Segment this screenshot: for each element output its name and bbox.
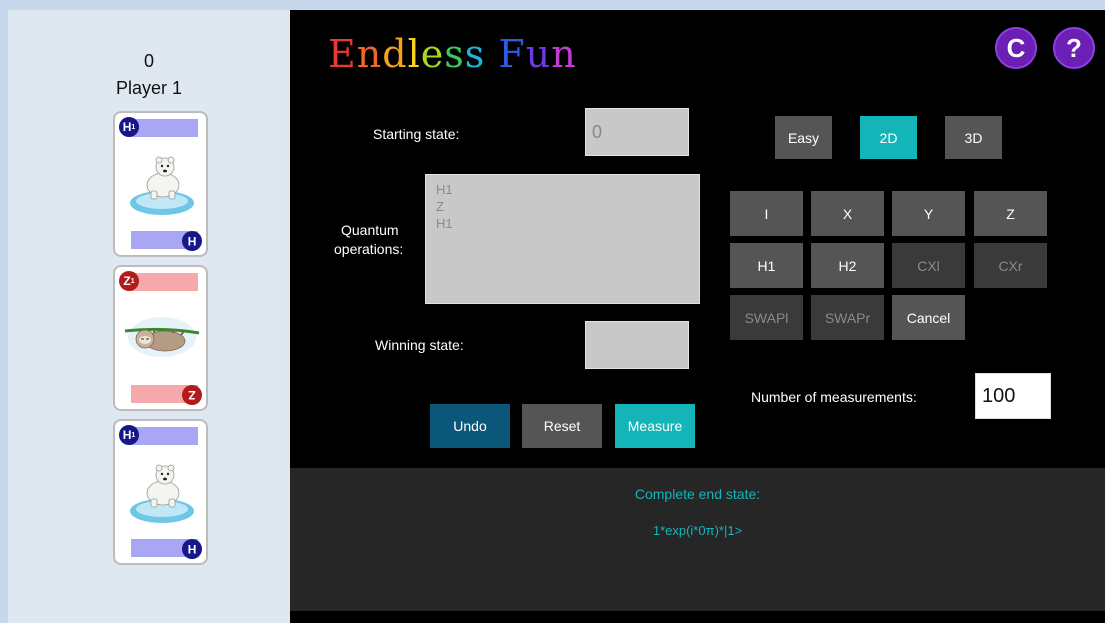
card-gate-badge: Z <box>182 385 202 405</box>
reset-button[interactable]: Reset <box>522 404 602 448</box>
app-title: Endless Fun <box>328 32 577 76</box>
gate-h1-button[interactable]: H1 <box>730 243 803 288</box>
gate-h2-button[interactable]: H2 <box>811 243 884 288</box>
title-letter: u <box>525 32 552 76</box>
operation-item: Z <box>436 199 444 214</box>
hand-card-z1[interactable]: Z1 Z <box>113 265 208 411</box>
gate-cxr-button[interactable]: CXr <box>974 243 1047 288</box>
card-gate-badge: Z1 <box>119 271 139 291</box>
cancel-button[interactable]: Cancel <box>892 295 965 340</box>
mode-2d-button[interactable]: 2D <box>860 116 917 159</box>
polar-bear-icon <box>130 464 194 523</box>
title-letter: n <box>551 32 577 76</box>
operation-item: H1 <box>436 182 453 197</box>
starting-state-label: Starting state: <box>373 126 460 142</box>
player-panel: 0 Player 1 H1 H Z1 Z H 1 H <box>8 10 290 623</box>
title-letter: n <box>356 32 383 76</box>
player-name: Player 1 <box>115 78 183 98</box>
game-panel: Endless Fun C ? Starting state: 0 Quantu… <box>290 10 1105 623</box>
title-letter: s <box>464 32 486 76</box>
c-button[interactable]: C <box>995 27 1037 69</box>
card-gate-badge: H1 <box>119 425 139 445</box>
operation-item: H1 <box>436 216 453 231</box>
end-state-label: Complete end state: <box>634 486 761 502</box>
starting-state-input[interactable]: 0 <box>585 108 689 156</box>
title-letter: l <box>407 32 421 76</box>
gate-x-button[interactable]: X <box>811 191 884 236</box>
title-letter: d <box>382 32 408 76</box>
title-letter: s <box>444 32 465 76</box>
player-score: 0 <box>143 51 154 71</box>
hand-card-h1-2[interactable]: H1 H <box>113 419 208 565</box>
winning-state-label: Winning state: <box>375 337 464 353</box>
mode-3d-button[interactable]: 3D <box>945 116 1002 159</box>
operations-list[interactable]: H1 Z H1 <box>425 174 700 304</box>
gate-i-button[interactable]: I <box>730 191 803 236</box>
gate-y-button[interactable]: Y <box>892 191 965 236</box>
winning-state-input[interactable] <box>585 321 689 369</box>
title-letter: e <box>420 32 445 76</box>
measure-button[interactable]: Measure <box>615 404 695 448</box>
title-letter: F <box>498 32 526 76</box>
mode-easy-button[interactable]: Easy <box>775 116 832 159</box>
end-state-value: 1*exp(i*0π)*|1> <box>652 523 743 538</box>
measurements-label: Number of measurements: <box>751 389 917 405</box>
title-letter <box>485 32 498 76</box>
card-gate-badge: H <box>182 231 202 251</box>
gate-z-button[interactable]: Z <box>974 191 1047 236</box>
help-button[interactable]: ? <box>1053 27 1095 69</box>
gate-swapr-button[interactable]: SWAPr <box>811 295 884 340</box>
operations-label: Quantum operations: <box>334 222 404 257</box>
polar-bear-icon <box>130 156 194 215</box>
undo-button[interactable]: Undo <box>430 404 510 448</box>
gate-cxl-button[interactable]: CXl <box>892 243 965 288</box>
sloth-icon <box>124 317 200 357</box>
hand-card-h1-1[interactable]: H1 H <box>113 111 208 257</box>
card-gate-badge: H1 <box>119 117 139 137</box>
gate-swapl-button[interactable]: SWAPl <box>730 295 803 340</box>
title-letter: E <box>328 32 357 76</box>
measurements-input[interactable]: 100 <box>975 373 1051 419</box>
card-gate-badge: H <box>182 539 202 559</box>
